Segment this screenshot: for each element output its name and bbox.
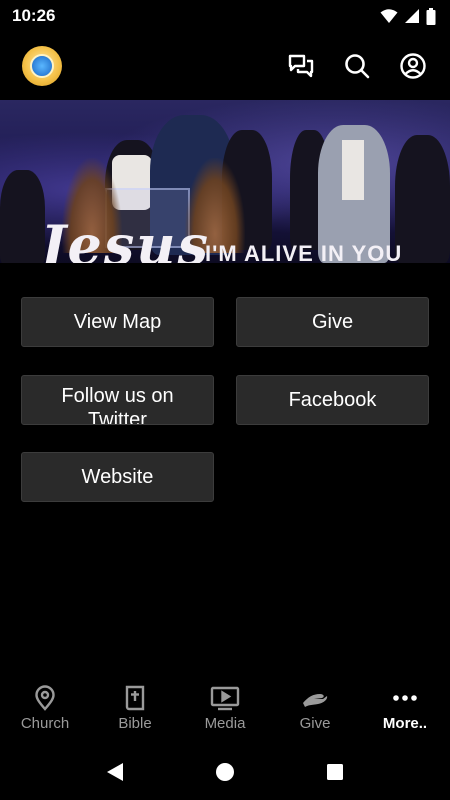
chat-button[interactable] (286, 51, 316, 81)
nav-label: Bible (118, 714, 152, 732)
banner-script-text: Jesus (40, 213, 210, 263)
recents-icon[interactable] (324, 761, 346, 783)
nav-label: Media (204, 714, 246, 732)
account-button[interactable] (398, 51, 428, 81)
location-pin-icon (35, 684, 55, 711)
system-navigation-bar (0, 744, 450, 800)
play-screen-icon (210, 686, 240, 710)
nav-item-more[interactable]: More.. (360, 672, 450, 744)
battery-icon (426, 7, 436, 25)
nav-label: Church (20, 714, 70, 732)
chat-icon (288, 54, 314, 78)
website-button[interactable]: Website (21, 452, 214, 502)
nav-item-bible[interactable]: Bible (90, 672, 180, 744)
banner-shirt (342, 140, 364, 200)
more-dots-icon (393, 694, 417, 701)
status-bar: 10:26 (0, 0, 450, 32)
status-time: 10:26 (12, 6, 56, 25)
home-icon[interactable] (214, 761, 236, 783)
app-bar (0, 32, 450, 100)
bottom-navigation: Church Bible Media Give More.. (0, 672, 450, 744)
status-icons (380, 7, 436, 25)
search-icon (345, 54, 370, 79)
nav-item-give[interactable]: Give (270, 672, 360, 744)
logo-emblem (30, 54, 54, 78)
church-logo[interactable] (22, 46, 62, 86)
nav-item-media[interactable]: Media (180, 672, 270, 744)
banner-person (395, 135, 450, 263)
search-button[interactable] (342, 51, 372, 81)
give-button[interactable]: Give (236, 297, 429, 347)
banner-caption: I'M ALIVE IN YOU (205, 241, 403, 263)
cellular-signal-icon (405, 9, 419, 23)
twitter-button[interactable]: Follow us on Twitter (21, 375, 214, 425)
banner-person (0, 170, 45, 263)
bible-icon (125, 685, 145, 710)
worship-banner-image: Jesus I'M ALIVE IN YOU (0, 100, 450, 263)
nav-label: Give (299, 714, 331, 732)
app-actions (286, 51, 428, 81)
wifi-icon (380, 9, 398, 23)
facebook-button[interactable]: Facebook (236, 375, 429, 425)
account-icon (400, 53, 426, 79)
back-icon[interactable] (104, 761, 126, 783)
nav-item-church[interactable]: Church (0, 672, 90, 744)
view-map-button[interactable]: View Map (21, 297, 214, 347)
nav-label: More.. (382, 714, 428, 732)
give-hand-icon (303, 693, 328, 707)
